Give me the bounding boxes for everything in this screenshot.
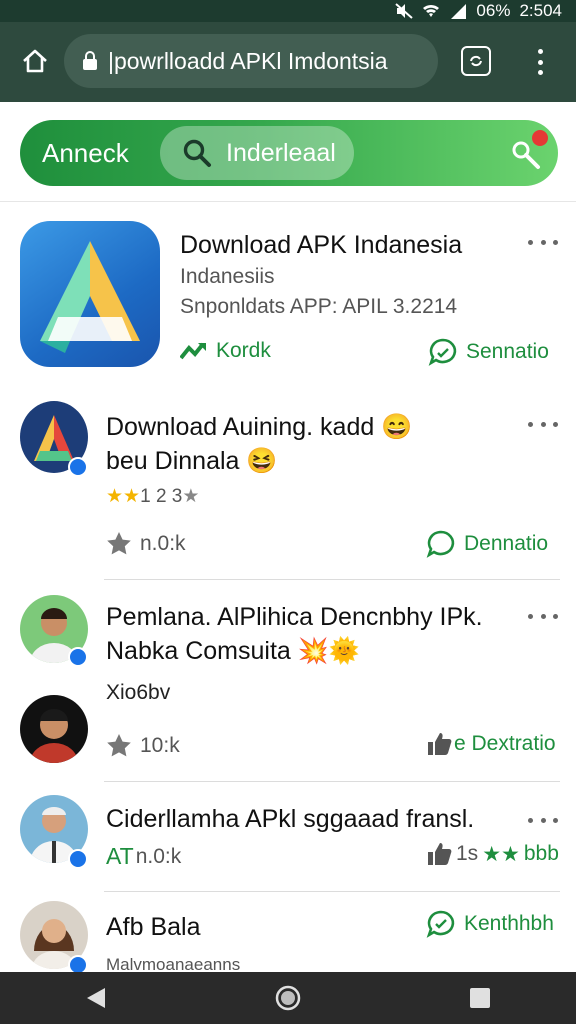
star-icon: ★: [182, 486, 200, 507]
thumbs-up-icon: [428, 733, 452, 755]
notification-dot: [532, 130, 548, 146]
thumbs-up-icon: [428, 843, 452, 865]
menu-dot-icon: [537, 49, 543, 54]
divider: [104, 579, 560, 580]
item-title: Pemlana. AlPlihica Dencnbhy IPk.: [106, 603, 483, 631]
like-count[interactable]: n.0:k: [106, 531, 186, 557]
star-icon: ★★: [482, 842, 520, 866]
search-input[interactable]: Inderleaal: [160, 126, 354, 180]
search-bar: Anneck Inderleaal: [20, 120, 558, 186]
home-nav-button[interactable]: [266, 976, 310, 1020]
more-options-button[interactable]: [528, 813, 558, 827]
tabs-button[interactable]: [461, 46, 491, 76]
comment-button[interactable]: Kenthhbh: [426, 909, 554, 939]
home-button[interactable]: [18, 44, 52, 78]
brand-label: Anneck: [42, 138, 129, 168]
app-screen: 06% 2:504 |powrlloadd APKl Imdontsia Ann…: [0, 0, 576, 1024]
emoji-sparkle-icon: 💥🌞: [297, 637, 361, 665]
item-title-line2: Nabka Comsuita 💥🌞: [106, 637, 361, 665]
menu-dot-icon: [537, 59, 543, 65]
home-icon: [23, 49, 47, 73]
search-section: Anneck Inderleaal: [0, 102, 576, 202]
like-count[interactable]: AT n.0:k: [106, 843, 181, 870]
item-title: Download Auining. kadd 😄: [106, 413, 413, 441]
follow-label: Kordk: [216, 339, 271, 362]
item-meta: Snponldats APP: APIL 3.2214: [180, 295, 458, 318]
item-title: Download APK Indanesia: [180, 231, 463, 259]
overflow-menu-button[interactable]: [530, 46, 550, 78]
chat-icon: [426, 910, 455, 938]
chat-icon: [426, 530, 455, 558]
user-avatar: [20, 695, 88, 763]
star-icon: [107, 734, 131, 757]
comment-button[interactable]: Sennatio: [428, 337, 549, 367]
like-button[interactable]: 1s ★★ bbb: [426, 841, 559, 867]
emoji-laugh-icon: 😆: [246, 447, 278, 475]
back-triangle-icon: [87, 988, 105, 1008]
back-button[interactable]: [74, 976, 118, 1020]
tab-switcher-icon: [470, 55, 482, 67]
lock-icon: [83, 51, 97, 70]
verified-badge-icon: [68, 647, 88, 667]
list-item[interactable]: Pemlana. AlPlihica Dencnbhy IPk. Nabka C…: [0, 583, 576, 783]
verified-badge-icon: [68, 849, 88, 869]
search-icon: [183, 139, 211, 167]
recents-button[interactable]: [458, 976, 502, 1020]
verified-badge-icon: [68, 457, 88, 477]
like-count[interactable]: 10:k: [106, 733, 180, 759]
mute-icon: [395, 3, 414, 19]
app-logo-icon: [20, 221, 160, 367]
chat-icon: [428, 338, 457, 366]
address-bar[interactable]: |powrlloadd APKl Imdontsia: [64, 34, 438, 88]
comment-label: Sennatio: [466, 340, 549, 363]
recents-square-icon: [470, 988, 490, 1008]
home-circle-icon: [275, 985, 301, 1011]
like-button[interactable]: e Dextratio: [426, 731, 556, 757]
more-options-button[interactable]: [528, 235, 558, 249]
follow-button[interactable]: Kordk: [180, 339, 271, 363]
item-title: Ciderllamha APkl sggaaad fransl.: [106, 805, 475, 833]
status-time: 2:504: [519, 1, 562, 20]
menu-dot-icon: [537, 70, 543, 75]
search-query: Inderleaal: [226, 138, 336, 167]
star-icon: ★: [123, 486, 141, 507]
star-icon: ★: [106, 486, 124, 507]
url-text: |powrlloadd APKl Imdontsia: [108, 47, 388, 74]
list-item[interactable]: Ciderllamha APkl sggaaad fransl. AT n.0:…: [0, 785, 576, 891]
divider: [104, 891, 560, 892]
battery-level: 06%: [476, 1, 511, 20]
wifi-icon: [423, 4, 440, 17]
system-nav-bar: [0, 972, 576, 1024]
signal-icon: [451, 4, 467, 19]
more-options-button[interactable]: [528, 417, 558, 431]
comment-button[interactable]: Dennatio: [426, 529, 548, 559]
list-item[interactable]: Download APK Indanesia Indanesiis Snponl…: [0, 203, 576, 393]
list-item[interactable]: Afb Bala Malvmoanaeanns Kenthhbh: [0, 895, 576, 975]
status-bar: 06% 2:504: [0, 0, 576, 22]
more-options-button[interactable]: [528, 609, 558, 623]
emoji-smile-icon: 😄: [381, 413, 413, 441]
browser-toolbar: |powrlloadd APKl Imdontsia: [0, 22, 576, 102]
star-icon: [107, 532, 131, 555]
rating: ★★1 2 3★: [106, 486, 200, 507]
item-title: Afb Bala: [106, 913, 201, 941]
item-subtitle: Indanesiis: [180, 265, 275, 288]
item-tag: Xio6bv: [106, 681, 171, 704]
item-title-line2: beu Dinnala 😆: [106, 447, 278, 475]
trending-icon: [180, 342, 206, 360]
list-item[interactable]: Download Auining. kadd 😄 beu Dinnala 😆 ★…: [0, 393, 576, 579]
